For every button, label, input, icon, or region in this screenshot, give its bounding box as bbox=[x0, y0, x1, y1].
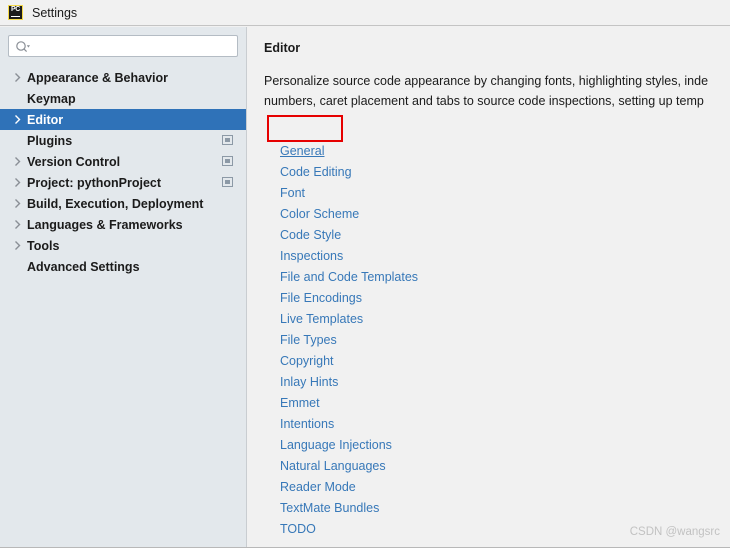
sidebar-item-languages-frameworks[interactable]: Languages & Frameworks bbox=[0, 214, 246, 235]
sidebar-item-label: Editor bbox=[27, 112, 64, 127]
pycharm-icon: PC bbox=[8, 5, 23, 20]
page-description-line-2: numbers, caret placement and tabs to sou… bbox=[264, 94, 704, 108]
sidebar-item-label: Build, Execution, Deployment bbox=[27, 196, 204, 211]
link-todo[interactable]: TODO bbox=[280, 519, 316, 540]
sidebar-item-label: Tools bbox=[27, 238, 60, 253]
link-reader-mode[interactable]: Reader Mode bbox=[280, 477, 356, 498]
link-file-encodings[interactable]: File Encodings bbox=[280, 288, 362, 309]
sidebar-item-keymap[interactable]: Keymap bbox=[0, 88, 246, 109]
link-live-templates[interactable]: Live Templates bbox=[280, 309, 363, 330]
settings-content-panel: Editor Personalize source code appearanc… bbox=[248, 27, 730, 547]
sidebar-item-label: Version Control bbox=[27, 154, 121, 169]
chevron-right-icon[interactable] bbox=[10, 176, 24, 190]
search-container bbox=[0, 27, 246, 57]
link-intentions[interactable]: Intentions bbox=[280, 414, 334, 435]
watermark: CSDN @wangsrc bbox=[629, 526, 720, 538]
link-natural-languages[interactable]: Natural Languages bbox=[280, 456, 386, 477]
link-general[interactable]: General bbox=[280, 141, 324, 162]
chevron-right-icon[interactable] bbox=[10, 218, 24, 232]
pycharm-icon-text: PC bbox=[10, 6, 21, 13]
page-title: Editor bbox=[264, 41, 301, 55]
sidebar-item-label: Advanced Settings bbox=[27, 259, 140, 274]
chevron-right-icon[interactable] bbox=[10, 155, 24, 169]
link-code-editing[interactable]: Code Editing bbox=[280, 162, 352, 183]
sidebar-item-project-pythonproject[interactable]: Project: pythonProject bbox=[0, 172, 246, 193]
chevron-right-icon[interactable] bbox=[10, 239, 24, 253]
sidebar-item-build-execution-deployment[interactable]: Build, Execution, Deployment bbox=[0, 193, 246, 214]
link-color-scheme[interactable]: Color Scheme bbox=[280, 204, 359, 225]
link-copyright[interactable]: Copyright bbox=[280, 351, 334, 372]
page-description-line-1: Personalize source code appearance by ch… bbox=[264, 74, 709, 88]
link-textmate-bundles[interactable]: TextMate Bundles bbox=[280, 498, 379, 519]
sidebar-item-version-control[interactable]: Version Control bbox=[0, 151, 246, 172]
link-font[interactable]: Font bbox=[280, 183, 305, 204]
sidebar-item-label: Project: pythonProject bbox=[27, 175, 162, 190]
link-inspections[interactable]: Inspections bbox=[280, 246, 343, 267]
pycharm-icon-bar bbox=[11, 15, 20, 17]
sidebar-item-label: Plugins bbox=[27, 133, 73, 148]
link-inlay-hints[interactable]: Inlay Hints bbox=[280, 372, 338, 393]
link-emmet[interactable]: Emmet bbox=[280, 393, 320, 414]
link-file-and-code-templates[interactable]: File and Code Templates bbox=[280, 267, 418, 288]
chevron-right-icon[interactable] bbox=[10, 113, 24, 127]
sidebar-item-tools[interactable]: Tools bbox=[0, 235, 246, 256]
chevron-right-icon[interactable] bbox=[10, 71, 24, 85]
search-box[interactable] bbox=[8, 35, 238, 57]
sidebar-item-advanced-settings[interactable]: Advanced Settings bbox=[0, 256, 246, 277]
sidebar-item-label: Languages & Frameworks bbox=[27, 217, 183, 232]
settings-dialog: PC Settings Appearance & Behavior Keymap E… bbox=[0, 0, 730, 548]
page-description: Personalize source code appearance by ch… bbox=[264, 71, 730, 111]
link-language-injections[interactable]: Language Injections bbox=[280, 435, 392, 456]
sidebar-item-label: Appearance & Behavior bbox=[27, 70, 169, 85]
sidebar-item-editor[interactable]: Editor bbox=[0, 109, 246, 130]
title-bar: PC Settings bbox=[0, 0, 730, 26]
project-scope-icon bbox=[222, 177, 233, 187]
project-scope-icon bbox=[222, 156, 233, 166]
project-scope-icon bbox=[222, 135, 233, 145]
settings-sidebar: Appearance & Behavior Keymap Editor Plugins… bbox=[0, 27, 247, 547]
sidebar-item-label: Keymap bbox=[27, 91, 76, 106]
search-input[interactable] bbox=[9, 36, 237, 56]
chevron-right-icon[interactable] bbox=[10, 197, 24, 211]
link-file-types[interactable]: File Types bbox=[280, 330, 337, 351]
window-title: Settings bbox=[32, 5, 78, 20]
sidebar-item-appearance-behavior[interactable]: Appearance & Behavior bbox=[0, 67, 246, 88]
settings-tree: Appearance & Behavior Keymap Editor Plugins… bbox=[0, 67, 246, 277]
sidebar-item-plugins[interactable]: Plugins bbox=[0, 130, 246, 151]
subsection-link-list: General Code Editing Font Color Scheme Code … bbox=[280, 141, 418, 540]
link-code-style[interactable]: Code Style bbox=[280, 225, 341, 246]
